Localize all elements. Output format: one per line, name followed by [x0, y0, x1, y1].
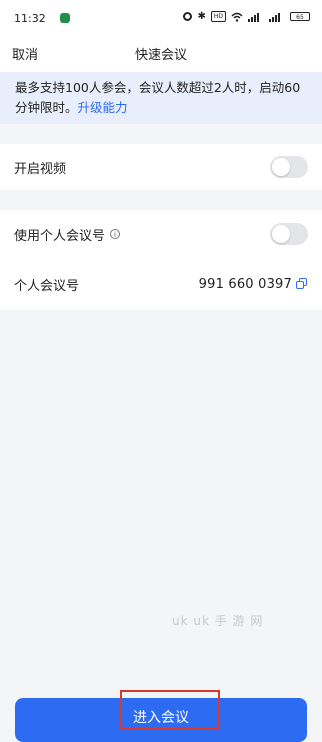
- signal-icon-2: [269, 12, 280, 22]
- info-icon[interactable]: i: [110, 229, 121, 239]
- upgrade-link[interactable]: 升级能力: [78, 100, 128, 115]
- personal-id-value-wrap: 991 660 0397: [199, 277, 308, 292]
- enable-video-row: 开启视频: [0, 144, 322, 190]
- personal-meeting-id: 991 660 0397: [198, 276, 292, 292]
- hd-icon: HD: [210, 11, 226, 22]
- app-notification-icon: [60, 13, 70, 23]
- use-personal-id-label-wrap: 使用个人会议号 i: [14, 225, 121, 244]
- personal-id-label: 个人会议号: [14, 278, 80, 294]
- enable-video-label: 开启视频: [14, 161, 67, 177]
- enable-video-toggle[interactable]: [270, 156, 308, 178]
- toggle-knob: [272, 225, 290, 243]
- use-personal-id-label: 使用个人会议号: [14, 228, 106, 244]
- highlight-annotation: [120, 690, 220, 730]
- status-bar: 11:32 ✱ HD 65: [0, 0, 322, 38]
- notice-text: 最多支持100人参会，会议人数超过2人时，启动60分钟限时。: [15, 80, 301, 115]
- status-icons: ✱ HD 65: [183, 11, 310, 22]
- nav-bar: 取消 快速会议: [0, 38, 322, 72]
- use-personal-id-row: 使用个人会议号 i: [0, 210, 322, 258]
- alarm-icon: [183, 12, 193, 21]
- toggle-knob: [272, 158, 290, 176]
- use-personal-id-toggle[interactable]: [270, 223, 308, 245]
- copy-icon[interactable]: [296, 278, 308, 290]
- status-time: 11:32: [14, 12, 46, 25]
- watermark: uk uk 手 游 网: [172, 614, 264, 628]
- personal-id-row: 个人会议号 991 660 0397: [0, 258, 322, 310]
- limit-notice: 最多支持100人参会，会议人数超过2人时，启动60分钟限时。升级能力: [0, 72, 322, 124]
- wifi-icon: [231, 12, 243, 22]
- signal-icon: [248, 12, 259, 22]
- bluetooth-icon: ✱: [197, 10, 206, 22]
- page-title: 快速会议: [134, 48, 187, 63]
- battery-icon: 65: [290, 12, 310, 21]
